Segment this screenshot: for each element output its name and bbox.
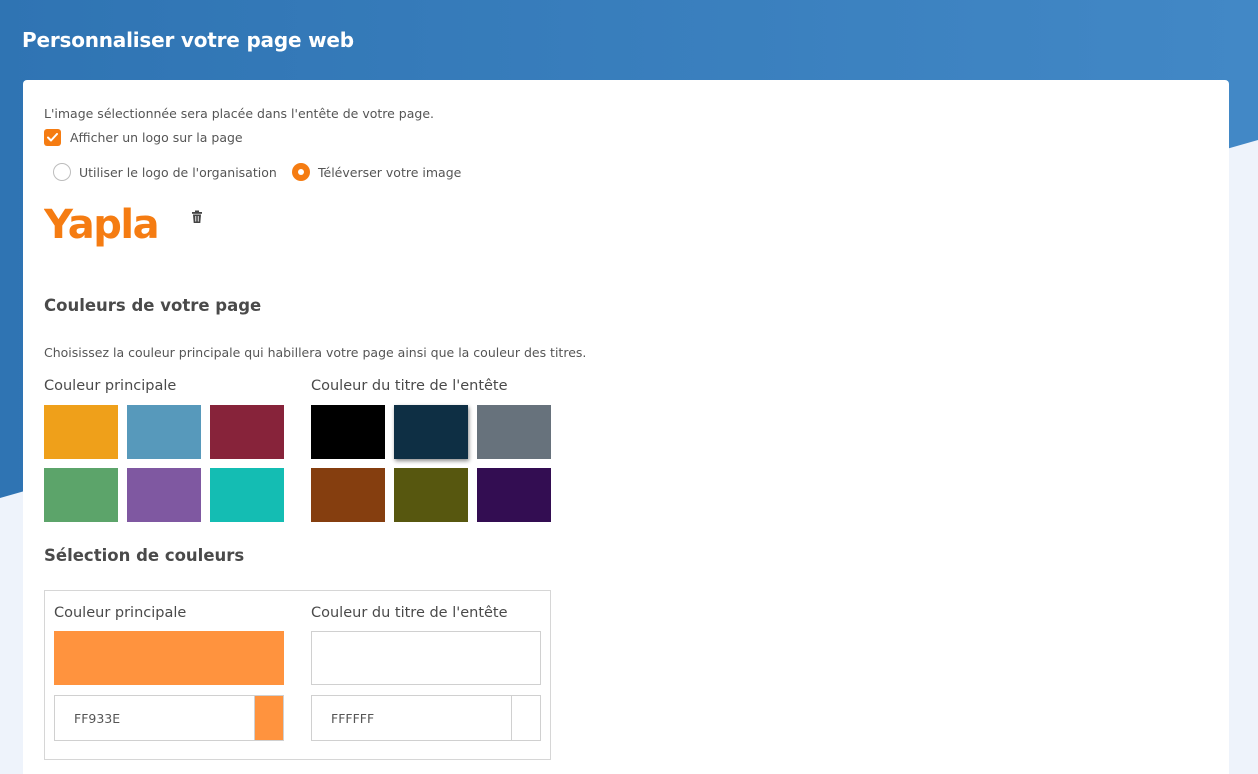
header-title-color-chip[interactable] xyxy=(511,696,540,740)
primary-color-swatch[interactable] xyxy=(210,468,284,522)
primary-color-swatch[interactable] xyxy=(127,405,201,459)
checkmark-icon xyxy=(47,132,58,141)
primary-color-swatch[interactable] xyxy=(127,468,201,522)
header-title-color-swatch[interactable] xyxy=(311,405,385,459)
primary-color-preview[interactable] xyxy=(54,631,284,685)
header-title-color-swatch[interactable] xyxy=(311,468,385,522)
header-title-color-label: Couleur du titre de l'entête xyxy=(311,378,508,394)
primary-color-chip[interactable] xyxy=(254,696,283,740)
primary-color-swatch[interactable] xyxy=(44,405,118,459)
color-selection-panel: Couleur principale Couleur du titre de l… xyxy=(44,590,551,760)
radio-label: Utiliser le logo de l'organisation xyxy=(79,164,277,180)
header-title-color-swatch[interactable] xyxy=(477,468,551,522)
show-logo-label: Afficher un logo sur la page xyxy=(70,129,243,145)
primary-color-swatches xyxy=(44,405,284,522)
radio-organization-logo[interactable]: Utiliser le logo de l'organisation xyxy=(53,162,277,182)
primary-color-swatch[interactable] xyxy=(210,405,284,459)
logo-intro-text: L'image sélectionnée sera placée dans l'… xyxy=(44,106,434,121)
header-title-color-preview[interactable] xyxy=(311,631,541,685)
primary-hex-input[interactable]: FF933E xyxy=(54,695,284,741)
radio-upload-image[interactable]: Téléverser votre image xyxy=(292,162,461,182)
selected-primary-label: Couleur principale xyxy=(54,605,187,621)
primary-hex-value[interactable]: FF933E xyxy=(55,711,254,726)
radio-button-selected[interactable] xyxy=(292,163,310,181)
colors-description: Choisissez la couleur principale qui hab… xyxy=(44,345,587,360)
radio-label: Téléverser votre image xyxy=(318,164,462,180)
show-logo-checkbox[interactable] xyxy=(44,128,61,146)
primary-color-label: Couleur principale xyxy=(44,378,177,394)
uploaded-logo-image: Yapla xyxy=(43,198,184,252)
header-title-color-swatch[interactable] xyxy=(394,468,468,522)
page-title: Personnaliser votre page web xyxy=(22,28,354,52)
header-title-color-swatch[interactable] xyxy=(394,405,468,459)
selected-header-title-label: Couleur du titre de l'entête xyxy=(311,605,508,621)
show-logo-option[interactable]: Afficher un logo sur la page xyxy=(44,128,243,146)
color-selection-title: Sélection de couleurs xyxy=(44,546,245,565)
logo-text: Yapla xyxy=(44,202,158,248)
header-title-hex-input[interactable]: FFFFFF xyxy=(311,695,541,741)
header-title-color-swatches xyxy=(311,405,551,522)
header-title-color-swatch[interactable] xyxy=(477,405,551,459)
primary-color-swatch[interactable] xyxy=(44,468,118,522)
trash-icon[interactable] xyxy=(191,209,203,223)
radio-button[interactable] xyxy=(53,163,71,181)
colors-section-title: Couleurs de votre page xyxy=(44,296,262,315)
header-title-hex-value[interactable]: FFFFFF xyxy=(312,711,511,726)
settings-card: L'image sélectionnée sera placée dans l'… xyxy=(23,80,1229,774)
